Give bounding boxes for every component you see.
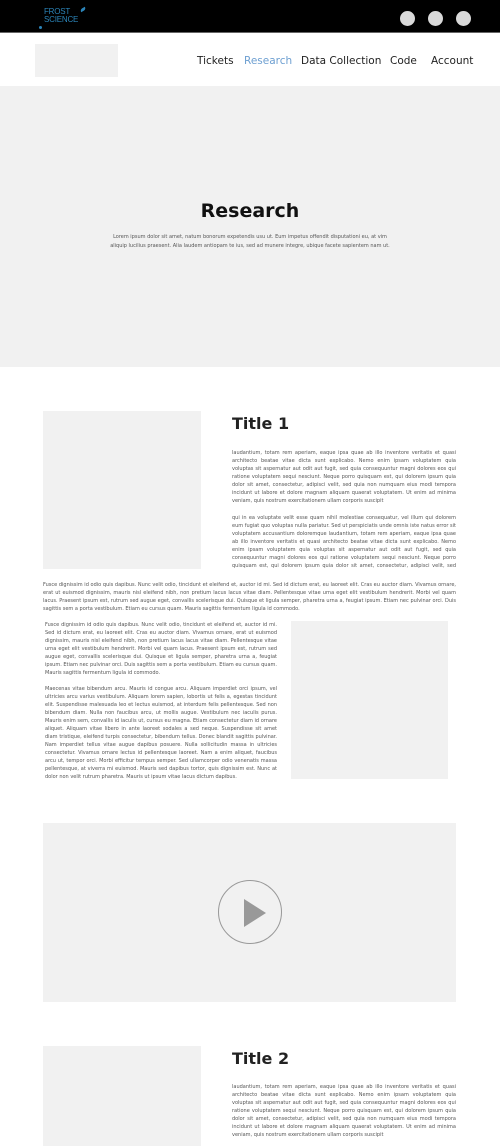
section1-side-image-placeholder — [291, 621, 448, 779]
nav-logo-placeholder — [35, 44, 118, 77]
video-player[interactable] — [43, 823, 456, 1002]
section2-image-placeholder — [43, 1046, 201, 1146]
section1-wide-paragraph: Fusce dignissim id odio quis dapibus. Nu… — [43, 582, 456, 612]
play-button[interactable] — [218, 880, 282, 944]
section1-left-paragraph-1: Fusce dignissim id odio quis dapibus. Nu… — [45, 622, 277, 676]
play-icon — [244, 899, 266, 927]
hero-banner: Research Lorem ipsum dolor sit amet, nat… — [0, 86, 500, 367]
frost-science-logo[interactable]: FROST SCIENCE — [38, 6, 98, 30]
logo-line-2: SCIENCE — [44, 15, 79, 24]
nav-research[interactable]: Research — [244, 55, 292, 67]
section2-title: Title 2 — [232, 1049, 290, 1068]
section1-paragraph-2: qui in ea voluptate velit esse quam nihi… — [232, 515, 456, 569]
leaf-icon — [79, 6, 87, 13]
main-nav: Tickets Research Data Collection Code Ac… — [0, 34, 500, 86]
circle-button-2[interactable] — [428, 11, 443, 26]
dot-icon — [39, 26, 42, 29]
section1-image-placeholder — [43, 411, 201, 569]
section1-left-paragraph-2: Maecenas vitae bibendum arcu. Mauris id … — [45, 686, 277, 779]
nav-tickets[interactable]: Tickets — [197, 55, 234, 67]
section2-paragraph-1: laudantium, totam rem aperiam, eaque ips… — [232, 1084, 456, 1138]
top-bar: FROST SCIENCE — [0, 0, 500, 33]
circle-button-3[interactable] — [456, 11, 471, 26]
page-title: Research — [200, 200, 300, 222]
hero-description: Lorem ipsum dolor sit amet, natum bonoru… — [110, 234, 390, 249]
section1-title: Title 1 — [232, 414, 290, 433]
circle-button-1[interactable] — [400, 11, 415, 26]
nav-account[interactable]: Account — [431, 55, 473, 67]
nav-data-collection[interactable]: Data Collection — [301, 55, 381, 67]
nav-code[interactable]: Code — [390, 55, 417, 67]
section1-paragraph-1: laudantium, totam rem aperiam, eaque ips… — [232, 450, 456, 504]
